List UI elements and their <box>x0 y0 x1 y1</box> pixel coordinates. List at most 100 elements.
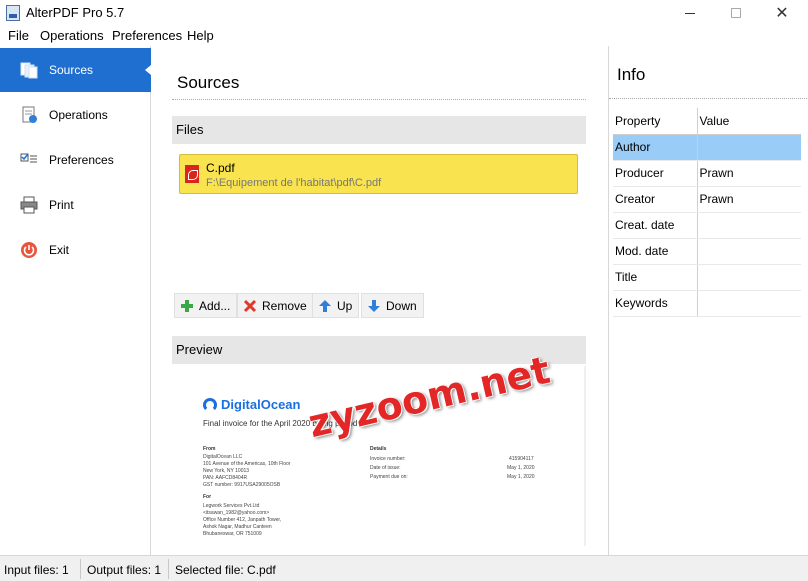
remove-button-label: Remove <box>262 298 307 313</box>
for-line: Office Number 412, Janpath Tower, <box>203 517 282 523</box>
close-icon: ✕ <box>775 5 789 22</box>
page-title: Sources <box>177 73 240 92</box>
table-header-row: Property Value <box>613 108 801 135</box>
table-row[interactable]: Title <box>613 264 801 291</box>
sidebar-item-label: Print <box>49 198 74 212</box>
info-title: Info <box>617 65 646 84</box>
table-row[interactable]: Creator Prawn <box>613 186 801 213</box>
table-row[interactable]: Mod. date <box>613 238 801 265</box>
sidebar-item-exit[interactable]: Exit <box>0 228 151 272</box>
from-line: 101 Avenue of the Americas, 10th Floor <box>203 461 291 467</box>
sidebar-item-print[interactable]: Print <box>0 183 151 227</box>
property-value[interactable]: Prawn <box>697 186 801 213</box>
column-header-value[interactable]: Value <box>697 108 801 135</box>
for-line: Ashok Nagar, Madhur Canteen <box>203 524 272 530</box>
maximize-icon <box>731 8 741 18</box>
status-output-files: Output files: 1 <box>87 563 162 577</box>
menu-help[interactable]: Help <box>187 28 214 43</box>
for-line: Legwork Services Pvt.Ltd <box>203 503 260 509</box>
preview-header-label: Preview <box>176 342 223 357</box>
divider <box>609 98 808 99</box>
from-label: From <box>203 446 216 452</box>
app-icon <box>6 5 20 21</box>
property-value[interactable] <box>697 134 801 161</box>
table-row[interactable]: Creat. date <box>613 212 801 239</box>
sidebar-item-operations[interactable]: Operations <box>0 93 151 137</box>
window-title: AlterPDF Pro 5.7 <box>26 5 125 20</box>
property-name: Producer <box>613 160 698 187</box>
remove-x-icon <box>243 299 257 312</box>
table-row[interactable]: Producer Prawn <box>613 160 801 187</box>
table-row[interactable]: Keywords <box>613 290 801 317</box>
details-key: Date of issue: <box>370 465 401 471</box>
property-value[interactable]: Prawn <box>697 160 801 187</box>
minimize-icon <box>685 12 695 14</box>
remove-button[interactable]: Remove <box>237 293 314 318</box>
file-list-item[interactable]: C.pdf F:\Equipement de l'habitat\pdf\C.p… <box>179 154 578 194</box>
arrow-up-icon <box>319 299 331 312</box>
sidebar-item-label: Operations <box>49 108 108 122</box>
sidebar-item-label: Preferences <box>49 153 114 167</box>
property-value[interactable] <box>697 212 801 239</box>
pdf-file-icon <box>185 165 199 183</box>
status-input-files: Input files: 1 <box>4 563 69 577</box>
preferences-icon <box>20 153 37 163</box>
add-button-label: Add... <box>199 298 231 313</box>
from-line: PAN: AAFCD8404R <box>203 475 248 481</box>
property-value[interactable] <box>697 264 801 291</box>
minimize-button[interactable] <box>667 0 713 26</box>
plus-icon <box>181 299 193 312</box>
sidebar-item-label: Exit <box>49 243 70 257</box>
power-icon <box>21 242 37 258</box>
table-row[interactable]: Author <box>613 134 801 161</box>
from-line: DigitalOcean LLC <box>203 454 243 460</box>
property-name: Keywords <box>613 290 698 317</box>
files-section-header: Files <box>172 116 586 144</box>
column-header-property[interactable]: Property <box>613 108 698 135</box>
file-path: F:\Equipement de l'habitat\pdf\C.pdf <box>206 177 382 189</box>
operations-icon <box>22 106 37 123</box>
logo-text: DigitalOcean <box>221 397 301 412</box>
details-key: Payment due on: <box>370 474 408 480</box>
status-separator <box>168 559 169 579</box>
details-key: Invoice number: <box>370 456 406 462</box>
properties-table: Property Value Author Producer Prawn Cre… <box>613 108 801 317</box>
sidebar-item-sources[interactable]: Sources <box>0 48 151 92</box>
property-value[interactable] <box>697 290 801 317</box>
menu-file[interactable]: File <box>8 28 29 43</box>
printer-icon <box>20 196 38 214</box>
preview-scrollbar[interactable] <box>584 366 586 546</box>
property-name: Title <box>613 264 698 291</box>
title-bar: AlterPDF Pro 5.7 ✕ <box>0 0 808 26</box>
from-line: New York, NY 10013 <box>203 468 250 474</box>
files-header-label: Files <box>176 122 204 137</box>
document-logo: DigitalOcean <box>203 397 300 412</box>
close-button[interactable]: ✕ <box>759 0 805 26</box>
divider <box>172 99 586 100</box>
property-value[interactable] <box>697 238 801 265</box>
sidebar-item-preferences[interactable]: Preferences <box>0 138 151 182</box>
menu-operations[interactable]: Operations <box>40 28 104 43</box>
menu-bar: File Operations Preferences Help <box>0 26 808 46</box>
maximize-button[interactable] <box>713 0 759 26</box>
sources-icon <box>20 62 38 79</box>
digitalocean-logo-icon <box>203 397 217 412</box>
status-bar: Input files: 1 Output files: 1 Selected … <box>0 555 808 581</box>
status-separator <box>80 559 81 579</box>
up-button[interactable]: Up <box>312 293 360 318</box>
details-label: Details <box>370 446 387 452</box>
active-indicator-icon <box>145 65 151 75</box>
info-panel: Info Property Value Author Producer Praw… <box>608 46 808 555</box>
status-selected-file: Selected file: C.pdf <box>175 563 276 577</box>
property-name: Creator <box>613 186 698 213</box>
add-button[interactable]: Add... <box>174 293 238 318</box>
sidebar-item-label: Sources <box>49 63 94 77</box>
from-line: GST number: 9917USA29005OSB <box>203 482 281 488</box>
details-value: May 1, 2020 <box>507 465 535 471</box>
menu-preferences[interactable]: Preferences <box>112 28 182 43</box>
property-name: Mod. date <box>613 238 698 265</box>
arrow-down-icon <box>368 299 380 312</box>
for-line: <itsawan_1982@yahoo.com> <box>203 510 270 516</box>
property-name: Author <box>613 134 698 161</box>
down-button[interactable]: Down <box>361 293 424 318</box>
